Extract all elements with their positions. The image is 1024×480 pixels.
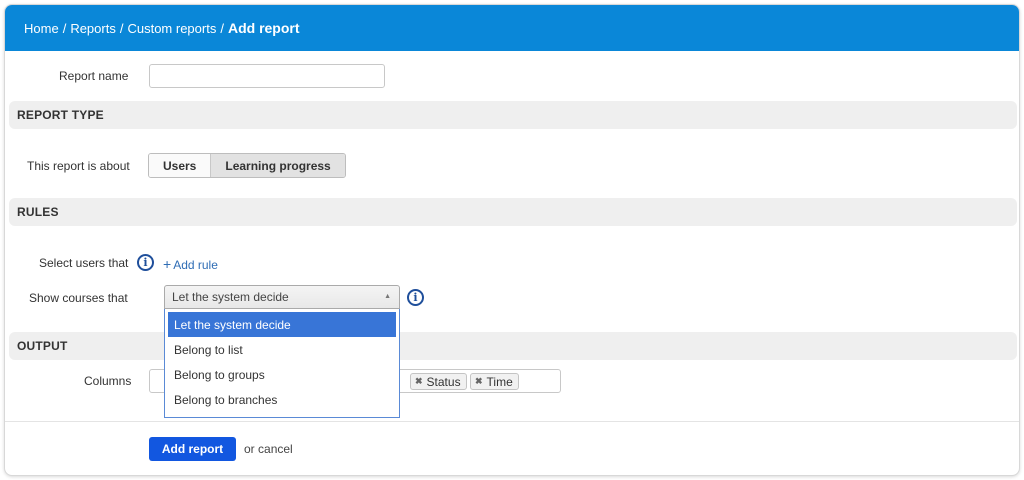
column-tag: ✖ Time <box>470 373 519 390</box>
report-type-users-button[interactable]: Users <box>149 154 212 177</box>
select-arrow-icon: ▲ <box>384 293 391 300</box>
dropdown-option[interactable]: Belong to groups <box>168 362 396 387</box>
info-icon[interactable]: i <box>407 289 424 306</box>
columns-label: Columns <box>84 374 132 388</box>
add-rule-link[interactable]: + Add rule <box>163 256 218 272</box>
column-tag: ✖ Status <box>410 373 467 390</box>
show-courses-dropdown: Let the system decide Belong to list Bel… <box>164 309 400 418</box>
section-output: OUTPUT <box>9 332 1017 360</box>
column-tag-label: Status <box>426 374 461 389</box>
cancel-prefix: or <box>244 442 255 456</box>
info-icon[interactable]: i <box>137 254 154 271</box>
cancel-link[interactable]: cancel <box>258 442 293 456</box>
add-report-panel: Home / Reports / Custom reports / Add re… <box>4 4 1020 476</box>
breadcrumb-custom-reports[interactable]: Custom reports <box>127 21 216 36</box>
breadcrumb-home[interactable]: Home <box>24 21 59 36</box>
report-name-input[interactable] <box>149 64 385 88</box>
breadcrumb-reports[interactable]: Reports <box>70 21 116 36</box>
breadcrumb-separator: / <box>220 20 224 36</box>
report-type-learning-progress-button[interactable]: Learning progress <box>211 154 345 177</box>
select-users-label: Select users that <box>39 256 129 270</box>
report-type-toggle: Users Learning progress <box>148 153 346 178</box>
breadcrumb-separator: / <box>62 20 67 36</box>
add-rule-label: Add rule <box>173 258 218 272</box>
report-about-label: This report is about <box>27 159 130 173</box>
column-tag-label: Time <box>486 374 513 389</box>
show-courses-label: Show courses that <box>29 291 128 305</box>
dropdown-option[interactable]: Belong to branches <box>168 387 396 412</box>
section-rules: RULES <box>9 198 1017 226</box>
show-courses-select[interactable]: Let the system decide ▲ <box>164 285 400 309</box>
cancel-area: or cancel <box>244 442 293 456</box>
dropdown-option[interactable]: Belong to list <box>168 337 396 362</box>
divider <box>5 421 1019 422</box>
section-report-type: REPORT TYPE <box>9 101 1017 129</box>
show-courses-value: Let the system decide <box>172 290 289 304</box>
breadcrumb-separator: / <box>119 20 124 36</box>
dropdown-option[interactable]: Let the system decide <box>168 312 396 337</box>
remove-tag-icon[interactable]: ✖ <box>475 376 483 387</box>
remove-tag-icon[interactable]: ✖ <box>415 376 423 387</box>
page-title: Add report <box>227 20 300 36</box>
plus-icon: + <box>163 256 172 272</box>
add-report-button[interactable]: Add report <box>149 437 236 461</box>
breadcrumb: Home / Reports / Custom reports / Add re… <box>5 5 1019 51</box>
report-name-label: Report name <box>59 69 129 83</box>
